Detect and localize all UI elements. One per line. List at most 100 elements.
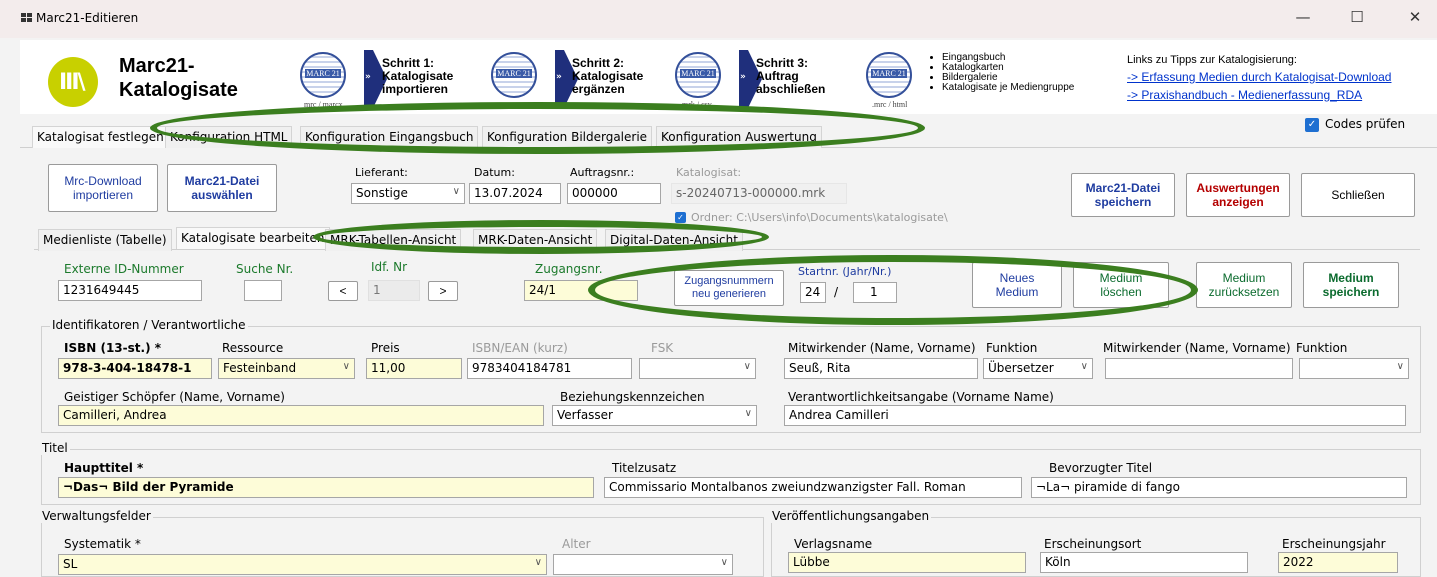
chevron-down-icon: ∨ [744,408,752,419]
tab-katalogisate-bearbeiten[interactable]: Katalogisate bearbeiten [176,227,330,249]
chevron-down-icon: ∨ [342,361,350,372]
erscheinungsort-field[interactable]: Köln [1040,552,1248,573]
verlagsname-label: Verlagsname [794,537,873,551]
auftragsnr-field[interactable]: 000000 [567,183,661,204]
marc21-logo: MARC 21 [300,52,346,98]
minimize-button[interactable]: — [1288,8,1318,26]
isbn-ean-label: ISBN/EAN (kurz) [472,341,568,355]
sub-tab-bar: Medienliste (Tabelle) Katalogisate bearb… [34,227,1420,251]
marc21-datei-speichern-button[interactable]: Marc21-Datei speichern [1071,173,1175,217]
marc21-datei-auswaehlen-button[interactable]: Marc21-Datei auswählen [167,164,277,212]
chevron-down-icon: ∨ [743,361,751,372]
mitwirkender1-label: Mitwirkender (Name, Vorname) [788,341,976,355]
startnr-jahr-field[interactable]: 24 [800,282,826,303]
zugangsnr-label: Zugangsnr. [535,262,603,276]
funktion2-label: Funktion [1296,341,1348,355]
beziehung-select[interactable]: Verfasser ∨ [552,405,757,426]
suche-nr-field[interactable] [244,280,282,301]
neues-medium-button[interactable]: Neues Medium [972,262,1062,308]
erscheinungsjahr-field[interactable]: 2022 [1278,552,1398,573]
haupttitel-field[interactable]: ¬Das¬ Bild der Pyramide [58,477,594,498]
codes-pruefen-label: Codes prüfen [1325,117,1406,131]
verlagsname-field[interactable]: Lübbe [788,552,1026,573]
ordner-path: Ordner: C:\Users\info\Documents\katalogi… [691,211,948,224]
mrc-download-button[interactable]: Mrc-Download importieren [48,164,158,212]
tab-konfiguration-html[interactable]: Konfiguration HTML [165,126,293,148]
tab-konfiguration-auswertung[interactable]: Konfiguration Auswertung [656,126,822,148]
isbn-field[interactable]: 978-3-404-18478-1 [58,358,212,379]
erscheinungsjahr-label: Erscheinungsjahr [1282,537,1386,551]
mitwirkender2-label: Mitwirkender (Name, Vorname) [1103,341,1291,355]
step1-text: Schritt 1: Katalogisate importieren [382,56,454,96]
katalogisat-label: Katalogisat: [676,166,742,179]
mitwirkender1-field[interactable]: Seuß, Rita [784,358,978,379]
marc21-logo: MARC 21 [491,52,537,98]
haupttitel-label: Haupttitel * [64,461,144,475]
zugangsnr-field[interactable]: 24/1 [524,280,638,301]
step-arrow-icon: » [364,50,373,108]
ordner-checkbox[interactable]: ✓ [675,212,686,223]
bevorzugter-titel-field[interactable]: ¬La¬ piramide di fango [1031,477,1407,498]
alter-label: Alter [562,537,591,551]
fsk-select[interactable]: ∨ [639,358,756,379]
chevron-down-icon: ∨ [1080,361,1088,372]
feature-list: Eingangsbuch Katalogkarten Bildergalerie… [942,53,1074,93]
datum-field[interactable]: 13.07.2024 [469,183,561,204]
step-arrow-icon: » [739,50,748,108]
beziehung-label: Beziehungskennzeichen [560,390,705,404]
chevron-down-icon: ∨ [452,186,460,197]
medium-zuruecksetzen-button[interactable]: Medium zurücksetzen [1196,262,1292,308]
tab-medienliste[interactable]: Medienliste (Tabelle) [38,229,172,251]
chevron-down-icon: ∨ [534,557,542,568]
idf-nr-label: Idf. Nr [371,260,408,274]
marc-caption: mrk / csv [682,100,712,109]
startnr-nr-field[interactable]: 1 [853,282,897,303]
schoepfer-label: Geistiger Schöpfer (Name, Vorname) [64,390,285,404]
next-button[interactable]: > [428,281,458,301]
externe-id-label: Externe ID-Nummer [64,262,184,276]
schliessen-button[interactable]: Schließen [1301,173,1415,217]
zugangsnummern-neu-button[interactable]: Zugangsnummern neu generieren [674,270,784,306]
tab-mrk-tabellen-ansicht[interactable]: MRK-Tabellen-Ansicht [325,229,462,251]
medium-loeschen-button[interactable]: Medium löschen [1073,262,1169,308]
isbn-ean-field[interactable]: 9783404184781 [467,358,632,379]
tab-mrk-daten-ansicht[interactable]: MRK-Daten-Ansicht [473,229,598,251]
link-praxishandbuch[interactable]: -> Praxishandbuch - Medienerfassung_RDA [1127,88,1362,102]
medium-speichern-button[interactable]: Medium speichern [1303,262,1399,308]
funktion1-select[interactable]: Übersetzer ∨ [983,358,1093,379]
externe-id-field[interactable]: 1231649445 [58,280,202,301]
close-button[interactable]: ✕ [1400,8,1430,26]
titelzusatz-field[interactable]: Commissario Montalbanos zweiundzwanzigst… [604,477,1022,498]
auswertungen-anzeigen-button[interactable]: Auswertungen anzeigen [1186,173,1290,217]
marc21-logo: MARC 21 [675,52,721,98]
verantwortlichkeit-label: Verantwortlichkeitsangabe (Vorname Name) [788,390,1054,404]
funktion2-select[interactable]: ∨ [1299,358,1409,379]
mitwirkender2-field[interactable] [1105,358,1293,379]
tab-konfiguration-eingangsbuch[interactable]: Konfiguration Eingangsbuch [300,126,479,148]
link-erfassung-medien[interactable]: -> Erfassung Medien durch Katalogisat-Do… [1127,70,1391,84]
titel-group-label: Titel [40,441,70,455]
maximize-button[interactable]: ☐ [1342,8,1372,26]
main-tab-bar: Katalogisat festlegen Konfiguration HTML… [20,126,1437,148]
tab-digital-daten-ansicht[interactable]: Digital-Daten-Ansicht [605,229,743,251]
verantwortlichkeit-field[interactable]: Andrea Camilleri [784,405,1406,426]
titelzusatz-label: Titelzusatz [612,461,677,475]
auftragsnr-label: Auftragsnr.: [570,166,635,179]
lieferant-select[interactable]: Sonstige ∨ [351,183,465,204]
schoepfer-field[interactable]: Camilleri, Andrea [58,405,544,426]
systematik-label: Systematik * [64,537,141,551]
app-icon [21,13,33,23]
step2-text: Schritt 2: Katalogisate ergänzen [572,56,644,96]
ressource-select[interactable]: Festeinband ∨ [218,358,355,379]
isbn-label: ISBN (13-st.) * [64,341,162,355]
lieferant-label: Lieferant: [355,166,408,179]
codes-pruefen-checkbox[interactable]: ✓ [1305,118,1319,132]
ressource-label: Ressource [222,341,284,355]
previous-button[interactable]: < [328,281,358,301]
preis-field[interactable]: 11,00 [366,358,462,379]
tab-konfiguration-bildergalerie[interactable]: Konfiguration Bildergalerie [482,126,653,148]
bevorzugter-titel-label: Bevorzugter Titel [1049,461,1153,475]
window-title: Marc21-Editieren [36,11,139,25]
title-bar [0,0,1437,38]
tab-katalogisat-festlegen[interactable]: Katalogisat festlegen [32,126,169,148]
